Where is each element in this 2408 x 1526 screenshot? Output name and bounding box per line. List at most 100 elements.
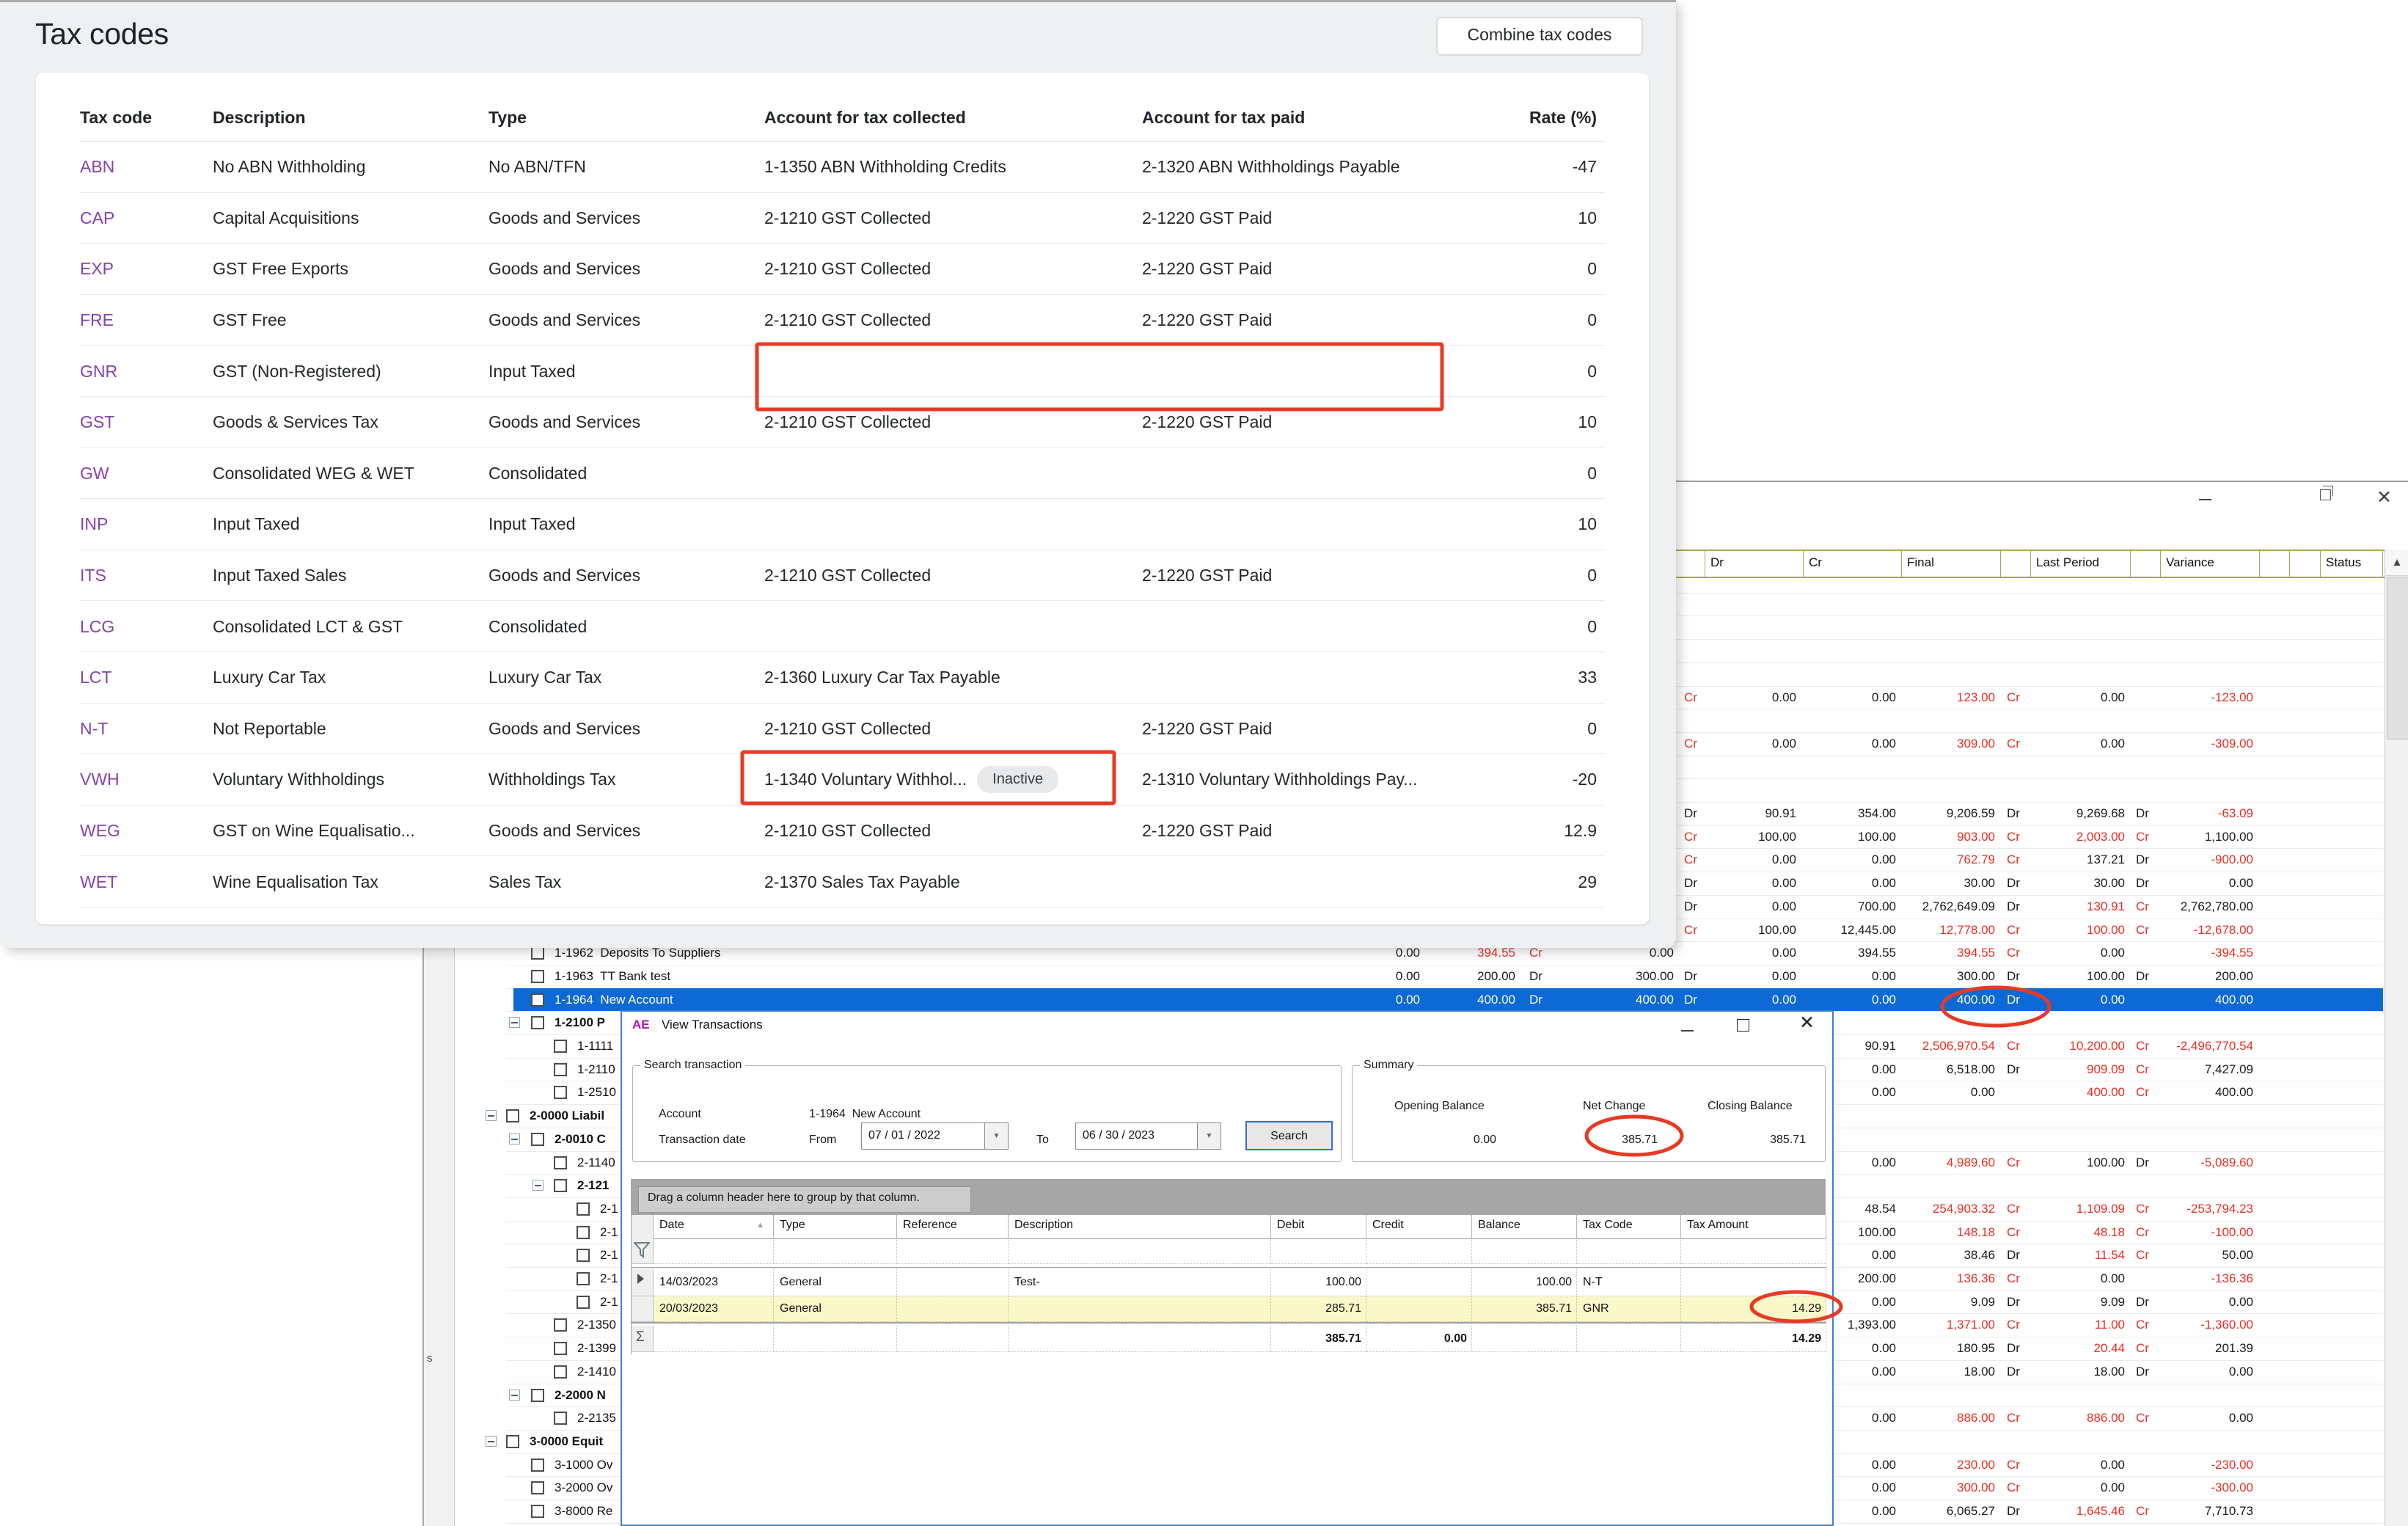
tree-checkbox[interactable]: [531, 1459, 544, 1472]
filter-cell[interactable]: [897, 1238, 1009, 1264]
grid-column-header[interactable]: Debit: [1271, 1215, 1366, 1238]
from-date-field[interactable]: 07 / 01 / 2022 ▼: [861, 1122, 1009, 1150]
tree-checkbox[interactable]: [531, 946, 544, 960]
tree-expander-icon[interactable]: [486, 1110, 497, 1121]
filter-cell[interactable]: [774, 1238, 897, 1264]
tree-item-label[interactable]: 2-1350: [577, 1318, 616, 1332]
combine-tax-codes-button[interactable]: Combine tax codes: [1436, 17, 1643, 56]
tax-code-link[interactable]: N-T: [80, 704, 108, 755]
tree-item-label[interactable]: 1-1964 New Account: [555, 993, 673, 1007]
filter-cell[interactable]: [1681, 1238, 1826, 1264]
tax-code-link[interactable]: GST: [80, 397, 114, 448]
tree-checkbox[interactable]: [554, 1156, 567, 1169]
tax-code-link[interactable]: FRE: [80, 295, 114, 346]
tree-checkbox[interactable]: [554, 1063, 567, 1076]
tree-item-label[interactable]: 2-1: [600, 1271, 618, 1286]
tax-code-link[interactable]: LCG: [80, 601, 114, 652]
tree-checkbox[interactable]: [531, 993, 544, 1007]
tree-checkbox[interactable]: [554, 1179, 567, 1192]
tree-item-label[interactable]: 2-1410: [577, 1365, 616, 1379]
tree-item-label[interactable]: 2-2135: [577, 1411, 616, 1425]
tree-item-label[interactable]: 2-2000 N: [555, 1388, 606, 1403]
grid-column-header[interactable]: Reference: [897, 1215, 1009, 1238]
scroll-up-icon[interactable]: ▲: [2385, 550, 2408, 576]
tree-checkbox[interactable]: [531, 1389, 544, 1402]
tree-checkbox[interactable]: [531, 1481, 544, 1494]
minimize-icon[interactable]: [1681, 1021, 1694, 1032]
tax-code-link[interactable]: LCT: [80, 652, 111, 704]
tree-checkbox[interactable]: [577, 1272, 590, 1285]
tree-expander-icon[interactable]: [509, 1133, 520, 1144]
grid-column-header[interactable]: Description: [1009, 1215, 1271, 1238]
tree-item-label[interactable]: 1-1962 Deposits To Suppliers: [555, 946, 721, 960]
tree-checkbox[interactable]: [554, 1040, 567, 1053]
grid-column-header[interactable]: Balance: [1472, 1215, 1577, 1238]
filter-cell[interactable]: [1577, 1238, 1681, 1264]
tree-checkbox[interactable]: [554, 1318, 567, 1332]
tree-checkbox[interactable]: [577, 1226, 590, 1239]
tree-item-label[interactable]: 2-1140: [577, 1156, 615, 1170]
vertical-scrollbar[interactable]: ▲: [2385, 550, 2408, 1526]
tree-item-label[interactable]: 3-2000 Ov: [555, 1481, 612, 1495]
tree-item-label[interactable]: 3-8000 Re: [555, 1504, 612, 1519]
tree-checkbox[interactable]: [577, 1249, 590, 1262]
tree-checkbox[interactable]: [577, 1202, 590, 1216]
tree-item-label[interactable]: 2-1: [600, 1248, 618, 1263]
tree-item-label[interactable]: 1-2100 P: [555, 1015, 605, 1030]
tree-checkbox[interactable]: [554, 1342, 567, 1355]
chevron-down-icon[interactable]: ▼: [984, 1123, 1008, 1149]
tree-expander-icon[interactable]: [486, 1436, 497, 1447]
scrollbar-thumb[interactable]: [2387, 577, 2408, 740]
tree-expander-icon[interactable]: [533, 1180, 544, 1191]
tax-code-link[interactable]: INP: [80, 499, 108, 550]
tree-checkbox[interactable]: [554, 1412, 567, 1425]
tax-code-link[interactable]: WEG: [80, 806, 120, 857]
tree-checkbox[interactable]: [506, 1109, 519, 1122]
tree-expander-icon[interactable]: [509, 1017, 520, 1028]
search-button[interactable]: Search: [1245, 1121, 1333, 1150]
tree-item-label[interactable]: 2-1399: [577, 1341, 616, 1356]
tree-item-label[interactable]: 3-0000 Equit: [530, 1434, 603, 1449]
grid-column-header[interactable]: Date▲: [654, 1215, 774, 1238]
filter-cell[interactable]: [1271, 1238, 1366, 1264]
tax-code-link[interactable]: CAP: [80, 193, 114, 244]
tree-checkbox[interactable]: [554, 1365, 567, 1379]
tax-code-link[interactable]: EXP: [80, 244, 114, 295]
tax-code-link[interactable]: GNR: [80, 346, 117, 397]
filter-cell[interactable]: [654, 1238, 774, 1264]
tree-item-label[interactable]: 2-121: [577, 1178, 609, 1193]
tree-item-label[interactable]: 1-2110: [577, 1062, 615, 1077]
grid-column-header[interactable]: Type: [774, 1215, 897, 1238]
chevron-down-icon[interactable]: ▼: [1197, 1123, 1221, 1149]
tree-item-label[interactable]: 2-0010 C: [555, 1132, 606, 1147]
tree-item-label[interactable]: 2-1: [600, 1202, 618, 1216]
to-date-field[interactable]: 06 / 30 / 2023 ▼: [1075, 1122, 1221, 1150]
tree-item-label[interactable]: 1-2510: [577, 1085, 616, 1100]
close-icon[interactable]: ✕: [1799, 1015, 1815, 1031]
tree-checkbox[interactable]: [577, 1296, 590, 1309]
tree-checkbox[interactable]: [531, 1133, 544, 1146]
filter-cell[interactable]: [1472, 1238, 1577, 1264]
tree-item-label[interactable]: 1-1963 TT Bank test: [555, 969, 670, 984]
maximize-icon[interactable]: [1737, 1019, 1749, 1032]
filter-cell[interactable]: [1366, 1238, 1472, 1264]
grid-column-header[interactable]: Tax Code: [1577, 1215, 1681, 1238]
tree-checkbox[interactable]: [506, 1435, 519, 1448]
filter-cell[interactable]: [1009, 1238, 1271, 1264]
grid-column-header[interactable]: Tax Amount: [1681, 1215, 1826, 1238]
grid-column-header[interactable]: Credit: [1366, 1215, 1472, 1238]
tax-code-link[interactable]: ITS: [80, 550, 106, 602]
tree-checkbox[interactable]: [531, 1505, 544, 1518]
tree-item-label[interactable]: 2-0000 Liabil: [530, 1109, 604, 1123]
tree-checkbox[interactable]: [531, 970, 544, 983]
tree-item-label[interactable]: 2-1: [600, 1225, 618, 1240]
tree-item-label[interactable]: 2-1: [600, 1295, 618, 1310]
tax-code-link[interactable]: GW: [80, 448, 109, 500]
tax-code-link[interactable]: ABN: [80, 142, 114, 193]
tree-item-label[interactable]: 1-1111: [577, 1039, 613, 1054]
tree-checkbox[interactable]: [531, 1016, 544, 1029]
tree-item-label[interactable]: 3-1000 Ov: [555, 1458, 612, 1472]
tax-code-link[interactable]: WET: [80, 856, 117, 908]
tax-code-link[interactable]: VWH: [80, 754, 120, 806]
tree-expander-icon[interactable]: [509, 1390, 520, 1401]
